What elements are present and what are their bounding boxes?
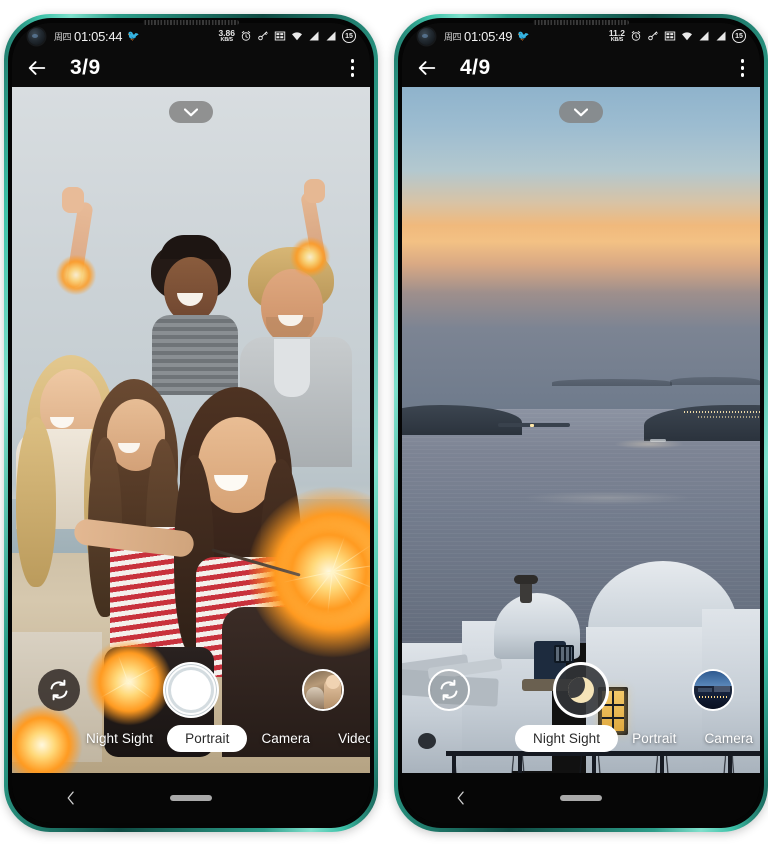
mode-night-sight[interactable]: Night Sight bbox=[515, 724, 619, 752]
front-camera-icon bbox=[28, 27, 45, 45]
battery-indicator: 15 bbox=[342, 29, 356, 43]
mode-camera[interactable]: Camera bbox=[690, 731, 760, 746]
status-bar-1: 周四 01:05:44 🐦 3.86 KB/S 15 bbox=[12, 23, 370, 49]
status-emoji-icon: 🐦 bbox=[127, 30, 140, 42]
viewfinder-2[interactable]: Night Sight Portrait Camera bbox=[402, 87, 760, 773]
mode-portrait[interactable]: Portrait bbox=[167, 724, 248, 752]
status-bar-left-2: 周四 01:05:49 🐦 bbox=[444, 29, 530, 44]
phone-device-1: 周四 01:05:44 🐦 3.86 KB/S 15 3/9 Night Sig… bbox=[4, 14, 378, 832]
switch-camera-button[interactable] bbox=[38, 669, 80, 711]
app-bar-2: 4/9 bbox=[402, 49, 760, 87]
phone-device-2: 周四 01:05:49 🐦 11.2 KB/S 15 4/9 Night Sig… bbox=[394, 14, 768, 832]
battery-indicator: 15 bbox=[732, 29, 746, 43]
chevron-down-icon bbox=[574, 107, 588, 116]
camera-flip-icon bbox=[440, 679, 458, 701]
wifi-icon bbox=[292, 32, 302, 41]
key-icon bbox=[258, 31, 268, 41]
overflow-menu-icon[interactable] bbox=[350, 59, 354, 77]
alarm-icon bbox=[241, 31, 251, 41]
mode-portrait[interactable]: Portrait bbox=[618, 731, 690, 746]
moon-icon bbox=[568, 677, 594, 703]
system-nav-bar-2 bbox=[402, 773, 760, 823]
photo-thumbnail[interactable] bbox=[302, 669, 344, 711]
shutter-button[interactable] bbox=[553, 662, 609, 718]
expand-settings-chevron[interactable] bbox=[559, 101, 603, 123]
status-bar-right-2: 11.2 KB/S 15 bbox=[609, 29, 746, 43]
phone-bezel-1: 周四 01:05:44 🐦 3.86 KB/S 15 3/9 Night Sig… bbox=[8, 18, 374, 828]
system-nav-bar-1 bbox=[12, 773, 370, 823]
nav-home-pill[interactable] bbox=[170, 795, 212, 801]
kebab-dot bbox=[740, 66, 744, 70]
signal-icon bbox=[309, 31, 319, 41]
camera-controls-2 bbox=[402, 659, 760, 721]
mode-camera[interactable]: Camera bbox=[247, 731, 324, 746]
page-title: 4/9 bbox=[460, 56, 491, 79]
front-camera-icon bbox=[418, 27, 435, 45]
signal-icon bbox=[699, 31, 709, 41]
kebab-dot bbox=[350, 73, 354, 77]
signal-icon bbox=[716, 31, 726, 41]
status-bar-right-1: 3.86 KB/S 15 bbox=[218, 29, 356, 43]
kebab-dot bbox=[350, 59, 354, 63]
kebab-dot bbox=[740, 59, 744, 63]
kebab-dot bbox=[350, 66, 354, 70]
app-bar-1: 3/9 bbox=[12, 49, 370, 87]
network-speed-unit: KB/S bbox=[220, 36, 234, 43]
network-speed-unit: KB/S bbox=[610, 36, 624, 43]
status-day-label: 周四 bbox=[54, 31, 72, 42]
vpn-icon bbox=[664, 31, 676, 41]
battery-level-label: 15 bbox=[345, 32, 353, 40]
expand-settings-chevron[interactable] bbox=[169, 101, 213, 123]
camera-controls-1 bbox=[12, 659, 370, 721]
signal-icon bbox=[326, 31, 336, 41]
vpn-icon bbox=[274, 31, 286, 41]
status-bar-left-1: 周四 01:05:44 🐦 bbox=[54, 29, 140, 44]
screenshot-canvas: 周四 01:05:44 🐦 3.86 KB/S 15 3/9 Night Sig… bbox=[0, 0, 768, 846]
network-speed-indicator: 3.86 KB/S bbox=[218, 29, 235, 43]
earpiece-speaker-icon bbox=[143, 20, 239, 25]
nav-home-pill[interactable] bbox=[560, 795, 602, 801]
status-emoji-icon: 🐦 bbox=[517, 30, 530, 42]
back-arrow-icon[interactable] bbox=[26, 57, 48, 79]
camera-mode-strip-2[interactable]: Night Sight Portrait Camera bbox=[402, 723, 760, 753]
alarm-icon bbox=[631, 31, 641, 41]
nav-back-icon[interactable] bbox=[454, 791, 468, 805]
mode-video[interactable]: Video bbox=[324, 731, 370, 746]
chevron-down-icon bbox=[184, 107, 198, 116]
photo-thumbnail[interactable] bbox=[692, 669, 734, 711]
viewfinder-1[interactable]: Night Sight Portrait Camera Video bbox=[12, 87, 370, 773]
wifi-icon bbox=[682, 32, 692, 41]
status-bar-2: 周四 01:05:49 🐦 11.2 KB/S 15 bbox=[402, 23, 760, 49]
status-clock: 01:05:49 bbox=[464, 28, 513, 44]
phone-bezel-2: 周四 01:05:49 🐦 11.2 KB/S 15 4/9 Night Sig… bbox=[398, 18, 764, 828]
earpiece-speaker-icon bbox=[533, 20, 629, 25]
camera-mode-strip-1[interactable]: Night Sight Portrait Camera Video bbox=[12, 723, 370, 753]
back-arrow-icon[interactable] bbox=[416, 57, 438, 79]
nav-back-icon[interactable] bbox=[64, 791, 78, 805]
status-day-label: 周四 bbox=[444, 31, 462, 42]
mode-night-sight[interactable]: Night Sight bbox=[72, 731, 167, 746]
phone-screen-2: 周四 01:05:49 🐦 11.2 KB/S 15 4/9 Night Sig… bbox=[402, 23, 760, 823]
key-icon bbox=[648, 31, 658, 41]
status-clock: 01:05:44 bbox=[74, 28, 123, 44]
switch-camera-button[interactable] bbox=[428, 669, 470, 711]
network-speed-indicator: 11.2 KB/S bbox=[609, 29, 625, 43]
overflow-menu-icon[interactable] bbox=[740, 59, 744, 77]
camera-flip-icon bbox=[50, 679, 68, 701]
page-title: 3/9 bbox=[70, 56, 101, 79]
kebab-dot bbox=[740, 73, 744, 77]
phone-screen-1: 周四 01:05:44 🐦 3.86 KB/S 15 3/9 Night Sig… bbox=[12, 23, 370, 823]
shutter-button[interactable] bbox=[163, 662, 219, 718]
battery-level-label: 15 bbox=[735, 32, 743, 40]
